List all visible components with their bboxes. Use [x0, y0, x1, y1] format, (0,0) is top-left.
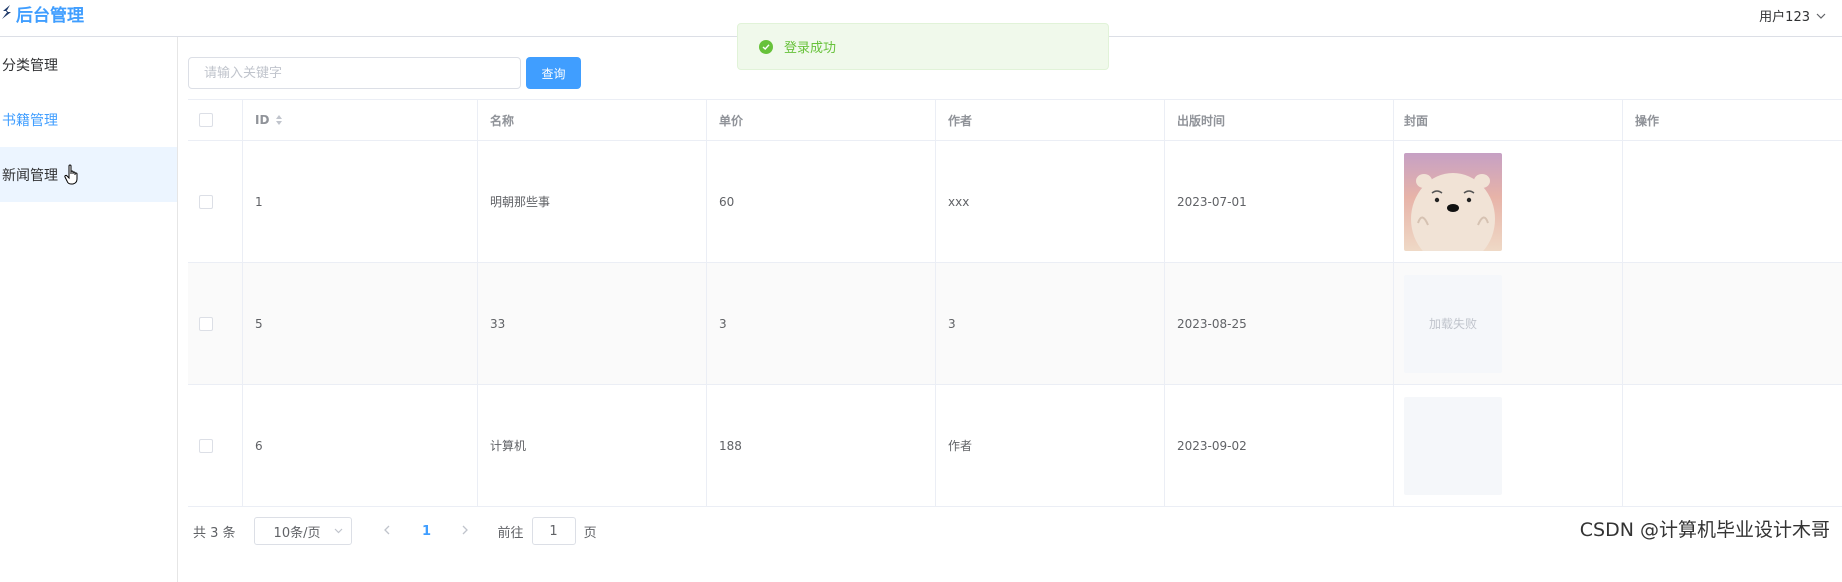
hand-cursor-icon: [64, 163, 78, 184]
sort-icon[interactable]: [275, 114, 283, 126]
sidebar-item-news[interactable]: 新闻管理: [0, 147, 177, 202]
check-circle-icon: [759, 39, 773, 54]
row-checkbox[interactable]: [199, 194, 213, 209]
header-date: 出版时间: [1165, 100, 1394, 140]
total-count: 共 3 条: [193, 525, 236, 541]
cell-name: 明朝那些事: [478, 141, 707, 262]
table-row: 5 33 3 3 2023-08-25 加载失败: [188, 263, 1842, 385]
goto-label: 前往: [497, 525, 524, 541]
cell-cover: [1394, 141, 1623, 262]
cell-actions: [1623, 263, 1842, 384]
header-label: 作者: [948, 113, 973, 128]
row-select: [188, 385, 243, 506]
header-name: 名称: [478, 100, 707, 140]
row-select: [188, 263, 243, 384]
cell-name: 33: [478, 263, 707, 384]
cell-date: 2023-09-02: [1165, 385, 1394, 506]
cover-image[interactable]: [1404, 152, 1502, 251]
table-row: 6 计算机 188 作者 2023-09-02: [188, 385, 1842, 507]
success-toast: 登录成功: [737, 23, 1109, 70]
cell-author: 3: [936, 263, 1165, 384]
header-label: 操作: [1635, 113, 1660, 128]
query-button[interactable]: 查询: [526, 57, 581, 89]
header-cover: 封面: [1394, 100, 1623, 140]
chevron-down-icon: [334, 528, 342, 534]
cell-cover: [1394, 385, 1623, 506]
user-menu[interactable]: 用户123: [1759, 6, 1826, 25]
table-header: ID 名称 单价 作者 出版时间 封面 操作: [188, 100, 1842, 141]
cell-id: 5: [243, 263, 478, 384]
books-table: ID 名称 单价 作者 出版时间 封面 操作 1 明朝那些事 60 xxx 20…: [188, 99, 1842, 507]
logo-icon: [2, 5, 11, 19]
cell-price: 60: [707, 141, 936, 262]
chevron-down-icon: [1816, 13, 1826, 19]
cover-load-failed: 加载失败: [1404, 274, 1502, 373]
next-page-button[interactable]: [450, 524, 480, 539]
header-id[interactable]: ID: [243, 100, 478, 140]
sidebar-item-label: 书籍管理: [2, 112, 58, 129]
cell-author: 作者: [936, 385, 1165, 506]
chevron-right-icon: [462, 525, 468, 534]
page-number[interactable]: 1: [412, 524, 442, 539]
header-actions: 操作: [1623, 100, 1842, 140]
page-suffix: 页: [583, 525, 597, 541]
sidebar: 分类管理 书籍管理 新闻管理: [0, 37, 178, 582]
cell-id: 6: [243, 385, 478, 506]
header-author: 作者: [936, 100, 1165, 140]
header-label: ID: [255, 113, 270, 127]
page-size-value: 10条/页: [273, 525, 321, 541]
pagination: 共 3 条 10条/页 1 前往 页: [193, 517, 597, 545]
cell-id: 1: [243, 141, 478, 262]
cell-actions: [1623, 141, 1842, 262]
cell-actions: [1623, 385, 1842, 506]
sidebar-item-books[interactable]: 书籍管理: [0, 92, 177, 147]
cover-placeholder: [1404, 396, 1502, 495]
select-all-checkbox[interactable]: [199, 113, 213, 127]
sidebar-item-label: 新闻管理: [2, 167, 58, 184]
sidebar-item-label: 分类管理: [2, 57, 58, 74]
row-checkbox[interactable]: [199, 316, 213, 331]
toast-message: 登录成功: [784, 41, 837, 56]
cell-date: 2023-07-01: [1165, 141, 1394, 262]
row-checkbox[interactable]: [199, 438, 213, 453]
search-input[interactable]: [188, 57, 521, 89]
app-title: 后台管理: [16, 5, 84, 26]
cell-date: 2023-08-25: [1165, 263, 1394, 384]
cell-cover: 加载失败: [1394, 263, 1623, 384]
cell-name: 计算机: [478, 385, 707, 506]
header-label: 出版时间: [1177, 113, 1226, 128]
cell-price: 188: [707, 385, 936, 506]
table-row: 1 明朝那些事 60 xxx 2023-07-01: [188, 141, 1842, 263]
header-label: 封面: [1404, 113, 1429, 128]
logo[interactable]: 后台管理: [0, 0, 84, 26]
prev-page-button[interactable]: [372, 524, 402, 539]
watermark: CSDN @计算机毕业设计木哥: [1579, 519, 1830, 541]
sidebar-item-category[interactable]: 分类管理: [0, 37, 177, 92]
user-name: 用户123: [1759, 10, 1810, 25]
cell-price: 3: [707, 263, 936, 384]
header-select-all: [188, 100, 243, 140]
cell-author: xxx: [936, 141, 1165, 262]
goto-page-input[interactable]: [531, 517, 576, 545]
row-select: [188, 141, 243, 262]
page-size-select[interactable]: 10条/页: [253, 517, 352, 545]
header-label: 名称: [490, 113, 515, 128]
header-price: 单价: [707, 100, 936, 140]
header-label: 单价: [719, 113, 744, 128]
chevron-left-icon: [383, 525, 390, 534]
